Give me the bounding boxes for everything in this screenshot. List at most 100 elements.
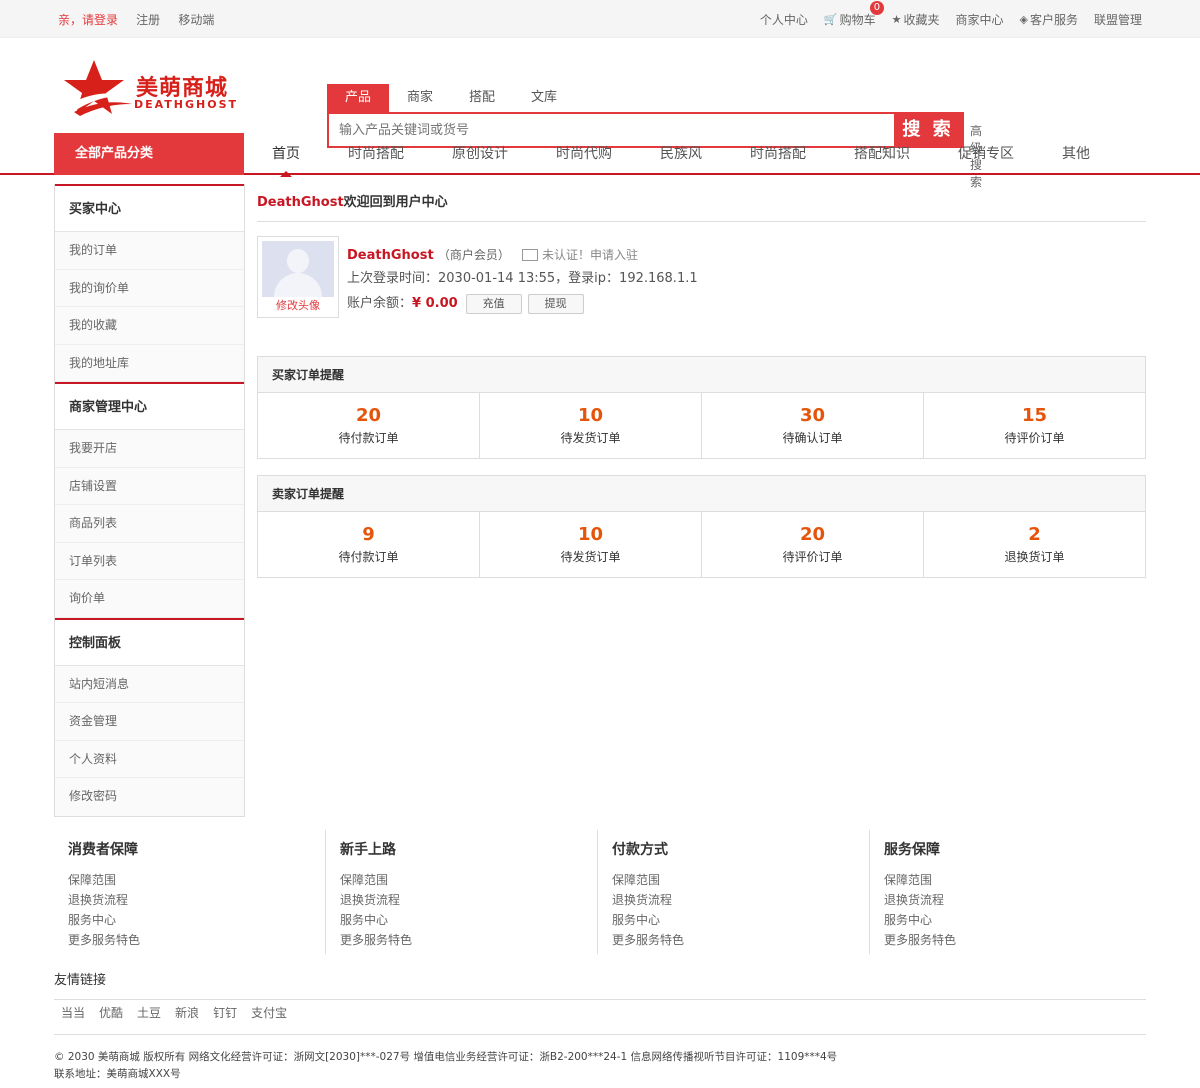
- footer-link[interactable]: 更多服务特色: [612, 930, 869, 950]
- stat-count: 9: [362, 524, 375, 545]
- login-link[interactable]: 亲，请登录: [58, 13, 118, 27]
- nav-item-promotion[interactable]: 促销专区: [942, 133, 1030, 175]
- footer-link[interactable]: 更多服务特色: [68, 930, 325, 950]
- footer-link[interactable]: 服务中心: [884, 910, 1142, 930]
- friend-link[interactable]: 当当: [61, 1004, 85, 1022]
- sidebar-item-funds[interactable]: 资金管理: [55, 703, 244, 741]
- member-type: （商户会员）: [437, 248, 510, 262]
- stat-label: 待发货订单: [560, 431, 621, 445]
- nav-item-fashion-purchase[interactable]: 时尚代购: [540, 133, 628, 175]
- nav-item-ethnic[interactable]: 民族风: [644, 133, 718, 175]
- alliance-link[interactable]: 联盟管理: [1094, 11, 1142, 28]
- merchant-center-link[interactable]: 商家中心: [955, 11, 1003, 28]
- login-ip: 192.168.1.1: [619, 271, 698, 286]
- ip-label: ，登录ip：: [555, 271, 620, 286]
- cart-count-badge: 0: [869, 0, 884, 15]
- sidebar-item-shop-settings[interactable]: 店铺设置: [55, 467, 244, 505]
- nav-item-original-design[interactable]: 原创设计: [436, 133, 524, 175]
- sidebar-item-profile[interactable]: 个人资料: [55, 740, 244, 778]
- mobile-link[interactable]: 移动端: [178, 13, 214, 27]
- footer-link[interactable]: 退换货流程: [612, 890, 869, 910]
- footer-column-title: 付款方式: [612, 842, 668, 858]
- buyer-stat-pending-payment[interactable]: 20 待付款订单: [258, 393, 480, 458]
- stat-count: 20: [799, 524, 826, 545]
- sidebar-item-messages[interactable]: 站内短消息: [55, 665, 244, 703]
- cart-label: 购物车: [839, 12, 876, 27]
- verify-status[interactable]: 未认证！申请入驻: [521, 248, 638, 262]
- footer-column: 消费者保障 保障范围 退换货流程 服务中心 更多服务特色: [54, 830, 326, 954]
- nav-item-other[interactable]: 其他: [1046, 133, 1106, 175]
- sidebar-item-open-shop[interactable]: 我要开店: [55, 430, 244, 468]
- footer-link[interactable]: 退换货流程: [884, 890, 1142, 910]
- all-categories-button[interactable]: 全部产品分类: [54, 133, 244, 175]
- search-tab-match[interactable]: 搭配: [451, 84, 513, 112]
- stat-label: 待确认订单: [782, 431, 843, 445]
- nav-item-match-knowledge[interactable]: 搭配知识: [838, 133, 926, 175]
- sidebar-group-buyer: 买家中心: [55, 184, 244, 232]
- friend-link[interactable]: 支付宝: [251, 1004, 287, 1022]
- footer-link[interactable]: 更多服务特色: [884, 930, 1142, 950]
- sidebar-item-my-favorites[interactable]: 我的收藏: [55, 307, 244, 345]
- stat-label: 待发货订单: [560, 550, 621, 564]
- friend-links: 当当 优酷 土豆 新浪 钉钉 支付宝: [61, 1004, 301, 1022]
- avatar[interactable]: 修改头像: [257, 236, 339, 318]
- sidebar-group-merchant: 商家管理中心: [55, 382, 244, 430]
- sidebar-item-inquiry-list[interactable]: 询价单: [55, 580, 244, 618]
- cart-link[interactable]: 🛒 购物车 0: [823, 0, 884, 28]
- recharge-button[interactable]: 充值: [465, 294, 522, 314]
- withdraw-button[interactable]: 提现: [527, 294, 584, 314]
- seller-orders-title: 卖家订单提醒: [258, 476, 1145, 512]
- edit-avatar-link[interactable]: 修改头像: [262, 297, 334, 315]
- footer-link[interactable]: 保障范围: [612, 870, 869, 890]
- seller-stat-returns[interactable]: 2 退换货订单: [924, 512, 1145, 577]
- sidebar-item-my-inquiries[interactable]: 我的询价单: [55, 269, 244, 307]
- main-content: DeathGhost欢迎回到用户中心 修改头像 DeathGhost （商户会员…: [257, 184, 1146, 578]
- seller-stat-pending-payment[interactable]: 9 待付款订单: [258, 512, 480, 577]
- footer-link[interactable]: 保障范围: [884, 870, 1142, 890]
- footer-link[interactable]: 退换货流程: [340, 890, 597, 910]
- friend-link[interactable]: 新浪: [175, 1004, 199, 1022]
- footer-link[interactable]: 服务中心: [612, 910, 869, 930]
- seller-stat-pending-review[interactable]: 20 待评价订单: [702, 512, 924, 577]
- footer-link[interactable]: 服务中心: [340, 910, 597, 930]
- footer-service: 消费者保障 保障范围 退换货流程 服务中心 更多服务特色 新手上路 保障范围 退…: [54, 830, 1146, 954]
- buyer-stat-pending-shipment[interactable]: 10 待发货订单: [480, 393, 702, 458]
- buyer-stat-pending-confirm[interactable]: 30 待确认订单: [702, 393, 924, 458]
- star-icon: ★: [891, 12, 902, 26]
- customer-service-link[interactable]: ◈ 客户服务: [1020, 11, 1078, 28]
- search-tab-merchant[interactable]: 商家: [389, 84, 451, 112]
- search-tab-library[interactable]: 文库: [513, 84, 575, 112]
- buyer-orders-title: 买家订单提醒: [258, 357, 1145, 393]
- personal-center-link[interactable]: 个人中心: [760, 11, 808, 28]
- seller-stat-pending-shipment[interactable]: 10 待发货订单: [480, 512, 702, 577]
- friend-link[interactable]: 优酷: [99, 1004, 123, 1022]
- buyer-stat-pending-review[interactable]: 15 待评价订单: [924, 393, 1145, 458]
- footer-link[interactable]: 保障范围: [68, 870, 325, 890]
- balance-value: ¥ 0.00: [412, 296, 458, 311]
- footer-column-title: 消费者保障: [68, 842, 138, 858]
- footer-link[interactable]: 服务中心: [68, 910, 325, 930]
- search-tab-product[interactable]: 产品: [327, 84, 389, 112]
- id-card-icon: [521, 248, 538, 261]
- sidebar-item-product-list[interactable]: 商品列表: [55, 505, 244, 543]
- sidebar-item-my-addresses[interactable]: 我的地址库: [55, 344, 244, 382]
- nav-item-home[interactable]: 首页: [256, 133, 316, 177]
- logo[interactable]: 美萌商城 DEATHGHOST: [62, 58, 242, 128]
- nav-item-fashion-match-2[interactable]: 时尚搭配: [734, 133, 822, 175]
- sidebar-item-change-password[interactable]: 修改密码: [55, 778, 244, 816]
- friend-link[interactable]: 土豆: [137, 1004, 161, 1022]
- sidebar-item-my-orders[interactable]: 我的订单: [55, 232, 244, 270]
- top-bar: 亲，请登录 注册 移动端 个人中心 🛒 购物车 0 ★ 收藏夹 商家中心 ◈ 客…: [0, 0, 1200, 38]
- seller-orders-panel: 卖家订单提醒 9 待付款订单 10 待发货订单 20 待评价订单 2 退换货订单: [257, 475, 1146, 578]
- footer-link[interactable]: 保障范围: [340, 870, 597, 890]
- register-link[interactable]: 注册: [136, 13, 160, 27]
- friend-link[interactable]: 钉钉: [213, 1004, 237, 1022]
- footer-link[interactable]: 退换货流程: [68, 890, 325, 910]
- cart-icon: 🛒: [823, 12, 838, 26]
- sidebar-item-order-list[interactable]: 订单列表: [55, 542, 244, 580]
- friend-links-title: 友情链接: [54, 970, 1146, 1000]
- favorites-link[interactable]: ★ 收藏夹: [892, 11, 940, 28]
- nav-item-fashion-match[interactable]: 时尚搭配: [332, 133, 420, 175]
- last-login-time: 2030-01-14 13:55: [438, 271, 556, 286]
- footer-link[interactable]: 更多服务特色: [340, 930, 597, 950]
